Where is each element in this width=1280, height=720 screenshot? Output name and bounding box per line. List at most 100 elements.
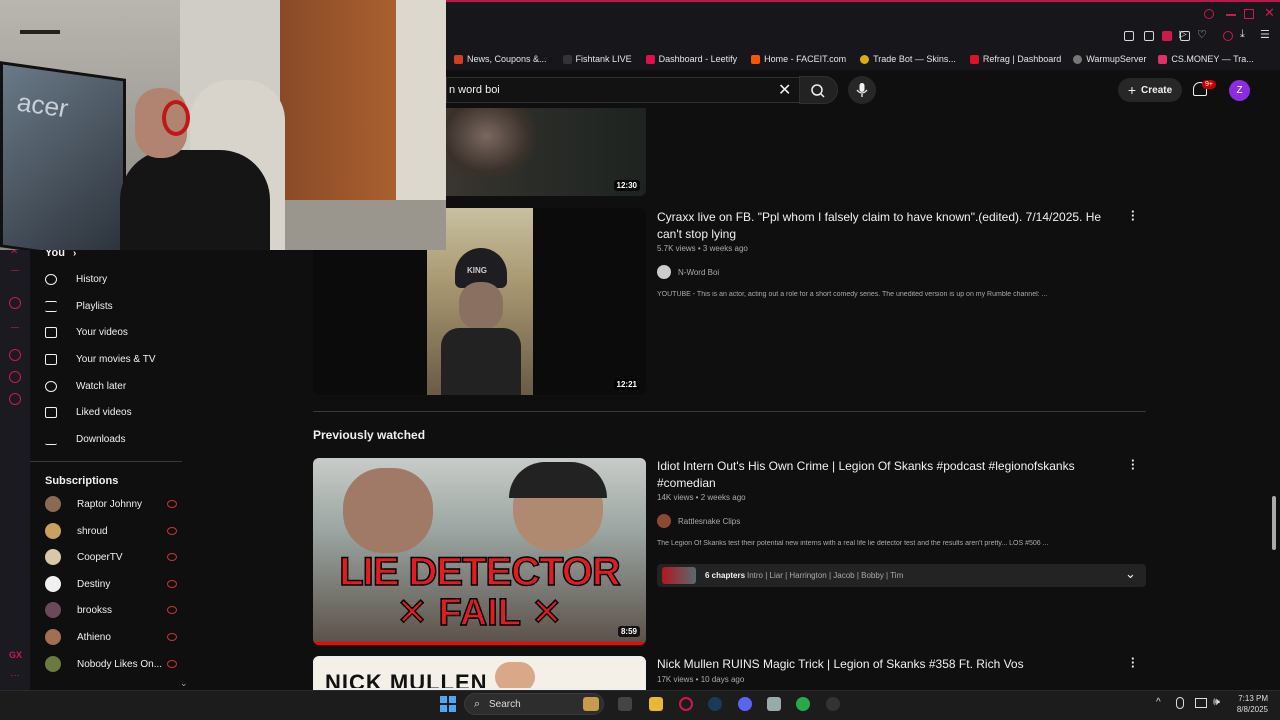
- thumbnail-subheadline: ✕ FAIL ✕: [396, 591, 564, 635]
- messenger-icon[interactable]: [9, 371, 21, 383]
- video-thumbnail[interactable]: NICK MULLEN: [313, 656, 646, 690]
- windows-start-icon[interactable]: [440, 696, 456, 717]
- account-avatar[interactable]: Z: [1229, 80, 1250, 101]
- task-view-icon[interactable]: [618, 697, 632, 711]
- more-actions-icon[interactable]: · · ·: [1131, 652, 1135, 673]
- app-icon[interactable]: [826, 697, 840, 711]
- chevron-down-icon[interactable]: ⌄: [180, 678, 188, 689]
- live-icon: [167, 580, 177, 588]
- bookmark-item[interactable]: Refrag | Dashboard: [969, 54, 1061, 64]
- chevron-down-icon[interactable]: ⌄: [1125, 566, 1136, 582]
- search-tabs-icon[interactable]: [1204, 9, 1214, 19]
- player-icon[interactable]: [9, 297, 21, 309]
- opera-gx-icon[interactable]: [679, 697, 693, 711]
- channel-link[interactable]: Rattlesnake Clips: [657, 514, 740, 528]
- more-icon[interactable]: ···: [10, 670, 20, 681]
- sidebar-item-liked-videos[interactable]: Liked videos: [45, 402, 132, 422]
- settings-icon[interactable]: [9, 393, 21, 405]
- bookmark-favicon-icon: [751, 54, 761, 64]
- subscription-item[interactable]: Raptor Johnny: [45, 494, 177, 514]
- thumbnail-face: [446, 108, 536, 178]
- bookmark-item[interactable]: CS.MONEY — Tra...: [1158, 54, 1254, 64]
- taskbar-search-placeholder: Search: [489, 699, 521, 710]
- person-body: [120, 150, 270, 250]
- bookmark-item[interactable]: Fishtank LIVE: [562, 54, 632, 64]
- more-actions-icon[interactable]: · · ·: [1131, 205, 1135, 226]
- adblock-shield-icon[interactable]: [1162, 31, 1172, 41]
- sidebar-item-watch-later[interactable]: Watch later: [45, 376, 126, 396]
- video-thumbnail[interactable]: LIE DETECTOR ✕ FAIL ✕ 8:59: [313, 458, 646, 645]
- bookmark-item[interactable]: News, Coupons &...: [454, 54, 547, 64]
- barn-door-rail: [20, 30, 60, 34]
- clear-search-icon[interactable]: ✕: [778, 80, 791, 100]
- video-thumbnail[interactable]: 12:30: [446, 108, 646, 196]
- subscription-item[interactable]: CooperTV: [45, 547, 177, 567]
- create-button[interactable]: + Create: [1118, 78, 1182, 102]
- create-button-label: Create: [1141, 84, 1173, 96]
- video-title[interactable]: Idiot Intern Out's His Own Crime | Legio…: [657, 458, 1107, 492]
- chapters-panel[interactable]: 6 chapters Intro | Liar | Harrington | J…: [657, 564, 1146, 587]
- subscription-item[interactable]: Destiny: [45, 574, 177, 594]
- play-icon[interactable]: ▷: [1179, 29, 1187, 40]
- acer-logo: acer: [17, 86, 68, 124]
- sidebar-item-history[interactable]: History: [45, 269, 107, 289]
- like-icon: [45, 406, 57, 418]
- channel-avatar: [45, 576, 61, 592]
- bookmark-item[interactable]: Dashboard - Leetify: [645, 54, 737, 64]
- network-icon[interactable]: [1195, 698, 1207, 708]
- video-title[interactable]: Cyraxx live on FB. "Ppl whom I falsely c…: [657, 209, 1107, 243]
- sidebar-item-playlists[interactable]: Playlists: [45, 296, 113, 316]
- gx-logo-icon[interactable]: GX: [9, 650, 22, 660]
- steam-icon[interactable]: [708, 697, 722, 711]
- carpet: [280, 200, 446, 250]
- sidebar-item-your-videos[interactable]: Your videos: [45, 322, 128, 342]
- subscription-item[interactable]: Nobody Likes On...: [45, 654, 177, 674]
- download-icon[interactable]: ⤓: [1240, 28, 1245, 41]
- bookmark-item[interactable]: WarmupServer: [1073, 54, 1146, 64]
- file-explorer-icon[interactable]: [649, 697, 663, 711]
- microphone-icon[interactable]: [1176, 697, 1184, 709]
- sidebar-item-downloads[interactable]: Downloads: [45, 429, 125, 449]
- volume-icon[interactable]: 🕪: [1213, 696, 1220, 709]
- discord-icon[interactable]: [738, 697, 752, 711]
- guide-sidebar: History Playlists Your videos Your movie…: [30, 250, 200, 690]
- previously-watched-title: Previously watched: [313, 428, 426, 442]
- snapshot-icon[interactable]: [1124, 31, 1134, 41]
- search-input-value[interactable]: n word boi: [449, 84, 500, 96]
- bookmark-favicon-icon: [969, 54, 979, 64]
- plus-icon: +: [1127, 82, 1137, 98]
- subscription-item[interactable]: shroud: [45, 521, 177, 541]
- subscription-item[interactable]: brookss: [45, 600, 177, 620]
- tab-icon[interactable]: [1144, 31, 1154, 41]
- taskbar-search[interactable]: ⌕ Search: [464, 693, 604, 715]
- channel-avatar: [657, 514, 671, 528]
- minimize-icon[interactable]: [1226, 14, 1236, 16]
- video-description: The Legion Of Skanks test their potentia…: [657, 540, 1049, 547]
- channel-link[interactable]: N-Word Boi: [657, 265, 719, 279]
- more-actions-icon[interactable]: · · ·: [1131, 454, 1135, 475]
- app-icon[interactable]: [796, 697, 810, 711]
- close-window-icon[interactable]: ✕: [1264, 5, 1275, 21]
- channel-avatar: [657, 265, 671, 279]
- watched-progress-bar: [313, 642, 646, 645]
- search-button[interactable]: [799, 76, 838, 104]
- video-duration: 12:21: [613, 379, 640, 390]
- bookmark-item[interactable]: Trade Bot — Skins...: [860, 54, 956, 64]
- sidebar-item-movies[interactable]: Your movies & TV: [45, 349, 155, 369]
- menu-icon[interactable]: ☰: [1260, 28, 1270, 41]
- maximize-icon[interactable]: [1244, 9, 1254, 19]
- clock-time: 7:13 PM: [1238, 694, 1268, 703]
- page-scrollbar[interactable]: [1272, 496, 1276, 550]
- history-icon[interactable]: [9, 349, 21, 361]
- chevron-up-icon[interactable]: ^: [1156, 697, 1161, 708]
- voice-search-button[interactable]: [848, 76, 876, 104]
- bookmark-item[interactable]: Home - FACEIT.com: [751, 54, 846, 64]
- thumbnail-shirt: [441, 328, 521, 395]
- taskbar-clock[interactable]: 7:13 PM 8/8/2025: [1228, 693, 1268, 715]
- account-icon[interactable]: [1223, 31, 1233, 41]
- video-title[interactable]: Nick Mullen RUINS Magic Trick | Legion o…: [657, 656, 1107, 673]
- subscription-item[interactable]: Athieno: [45, 627, 177, 647]
- heart-icon[interactable]: ♡: [1197, 28, 1207, 41]
- app-icon[interactable]: [767, 697, 781, 711]
- clock-date: 8/8/2025: [1236, 705, 1268, 714]
